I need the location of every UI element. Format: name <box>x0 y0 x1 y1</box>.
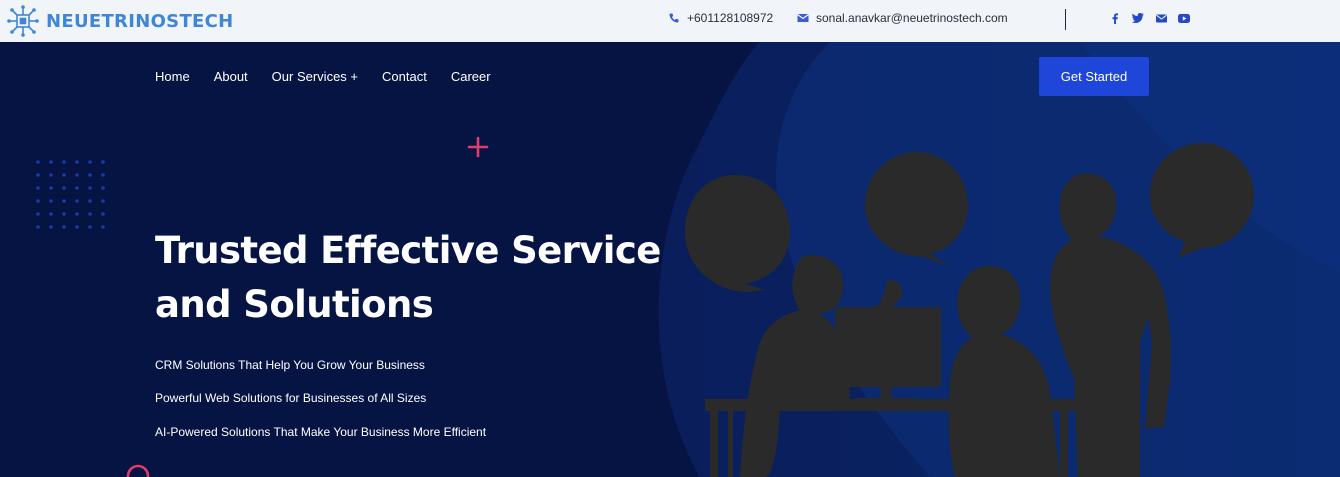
divider <box>1065 9 1066 30</box>
youtube-icon[interactable] <box>1177 11 1191 25</box>
mail-icon[interactable] <box>1154 11 1168 25</box>
get-started-button[interactable]: Get Started <box>1039 57 1149 96</box>
nav-our-services[interactable]: Our Services + <box>272 69 358 84</box>
top-bar: NEUETRINOSTECH +601128108972 sonal.anavk… <box>0 0 1340 42</box>
main-nav: Home About Our Services + Contact Career <box>155 69 491 84</box>
twitter-icon[interactable] <box>1131 11 1145 25</box>
dot-grid <box>36 160 105 229</box>
nav-home[interactable]: Home <box>155 69 190 84</box>
logo[interactable]: NEUETRINOSTECH <box>6 4 234 38</box>
nav-contact[interactable]: Contact <box>382 69 427 84</box>
phone-number: +601128108972 <box>687 11 774 25</box>
brand-name: NEUETRINOSTECH <box>46 10 234 32</box>
hero-headline: Trusted Effective Service and Solutions <box>155 224 675 332</box>
headline-line-2: and Solutions <box>155 283 434 326</box>
feature-item: CRM Solutions That Help You Grow Your Bu… <box>155 358 425 372</box>
phone-contact[interactable]: +601128108972 <box>668 11 773 25</box>
nav-career[interactable]: Career <box>451 69 491 84</box>
headline-line-1: Trusted Effective Service <box>155 229 661 272</box>
feature-item: AI-Powered Solutions That Make Your Busi… <box>155 425 487 439</box>
phone-icon <box>669 13 679 23</box>
social-links <box>1108 11 1191 25</box>
hero-section: Home About Our Services + Contact Career… <box>0 42 1340 477</box>
mail-icon <box>797 14 809 22</box>
facebook-icon[interactable] <box>1108 11 1122 25</box>
email-address: sonal.anavkar@neuetrinostech.com <box>816 11 1008 25</box>
email-contact[interactable]: sonal.anavkar@neuetrinostech.com <box>797 11 1008 25</box>
feature-item: Powerful Web Solutions for Businesses of… <box>155 391 427 405</box>
logo-icon <box>7 5 39 37</box>
nav-about[interactable]: About <box>214 69 248 84</box>
